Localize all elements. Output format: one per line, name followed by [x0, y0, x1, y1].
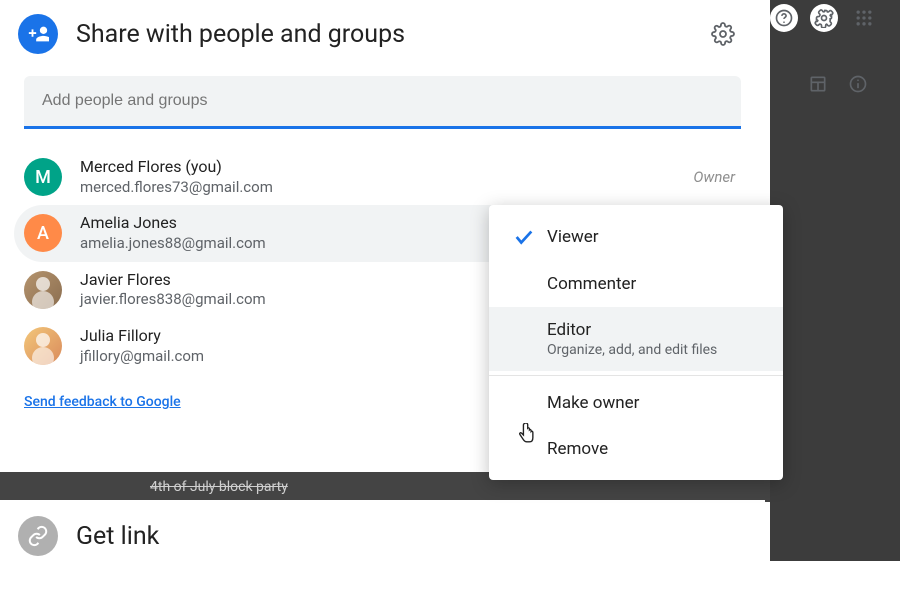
- info-icon[interactable]: [844, 70, 872, 98]
- role-label: Viewer: [547, 227, 761, 247]
- share-person-add-icon: [18, 14, 58, 54]
- avatar: [24, 327, 62, 365]
- role-label: Commenter: [547, 274, 761, 294]
- role-action-make-owner[interactable]: Make owner: [489, 380, 783, 426]
- check-icon: [513, 226, 547, 248]
- help-icon[interactable]: [770, 4, 798, 32]
- apps-icon[interactable]: [850, 4, 878, 32]
- avatar: M: [24, 158, 62, 196]
- role-dropdown-menu: Viewer Commenter Editor Organize, add, a…: [489, 205, 783, 480]
- owner-label: Owner: [693, 168, 735, 186]
- person-row-owner[interactable]: M Merced Flores (you) merced.flores73@gm…: [0, 149, 765, 205]
- share-dialog: Share with people and groups M Merced Fl…: [0, 0, 765, 428]
- avatar: [24, 271, 62, 309]
- role-option-viewer[interactable]: Viewer: [489, 213, 783, 261]
- get-link-title: Get link: [76, 522, 159, 551]
- role-label: Make owner: [547, 393, 761, 413]
- send-feedback-link[interactable]: Send feedback to Google: [24, 394, 181, 410]
- avatar: A: [24, 214, 62, 252]
- get-link-section: Get link: [0, 500, 765, 596]
- background-list-label: 4th of July block party: [150, 479, 288, 495]
- dialog-title: Share with people and groups: [76, 20, 705, 49]
- layout-icon[interactable]: [804, 70, 832, 98]
- dialog-header: Share with people and groups: [0, 10, 765, 58]
- role-label: Remove: [547, 439, 761, 459]
- role-label: Editor: [547, 320, 761, 340]
- settings-icon[interactable]: [810, 4, 838, 32]
- role-option-commenter[interactable]: Commenter: [489, 261, 783, 307]
- dialog-settings-button[interactable]: [705, 16, 741, 52]
- role-action-remove[interactable]: Remove: [489, 426, 783, 472]
- app-background: [770, 0, 900, 561]
- person-email: merced.flores73@gmail.com: [80, 178, 693, 198]
- person-name: Merced Flores (you): [80, 157, 693, 178]
- add-people-input[interactable]: [24, 76, 741, 129]
- link-icon: [18, 516, 58, 556]
- role-option-editor[interactable]: Editor Organize, add, and edit files: [489, 307, 783, 371]
- menu-divider: [489, 375, 783, 376]
- role-sublabel: Organize, add, and edit files: [547, 342, 761, 358]
